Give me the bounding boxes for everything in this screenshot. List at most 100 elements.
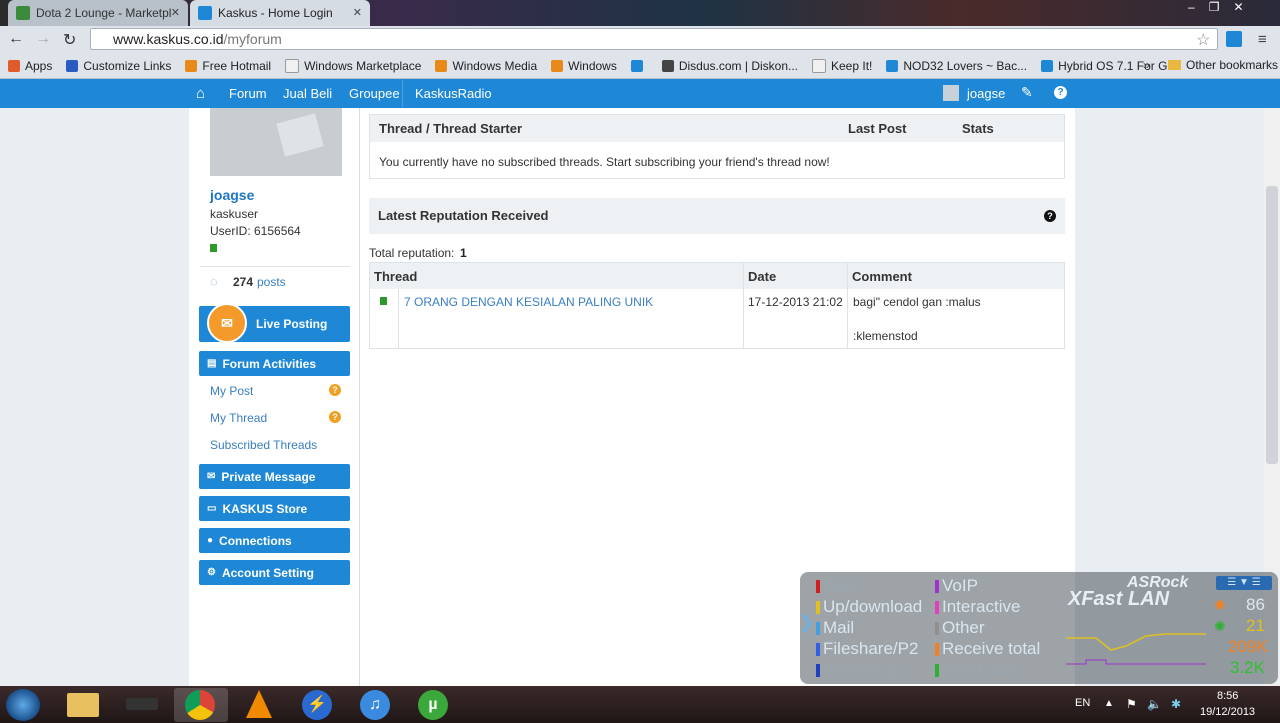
divider [200, 266, 350, 267]
reload-icon[interactable]: ↻ [63, 30, 76, 50]
pencil-icon[interactable]: ✎ [1021, 84, 1033, 101]
column-divider [743, 263, 744, 348]
legend-send-total: Send total [942, 660, 1019, 679]
bookmark-keep-it[interactable]: Keep It! [812, 59, 872, 73]
col-stats: Stats [962, 121, 994, 136]
bookmark-favicon-icon [435, 60, 448, 72]
bookmark-kaskus-icon-only[interactable] [630, 60, 648, 72]
avatar-envelope-icon [276, 113, 324, 157]
bookmark-nod32[interactable]: NOD32 Lovers ~ Bac... [886, 59, 1027, 73]
bookmark-customize-links[interactable]: Customize Links [66, 59, 171, 73]
utorrent-icon[interactable]: µ [418, 690, 448, 720]
nav-forum[interactable]: Forum [229, 86, 267, 101]
home-icon[interactable]: ⌂ [196, 85, 205, 102]
posts-link[interactable]: posts [257, 275, 286, 289]
xfast-lan-logo: XFast LAN [1068, 588, 1170, 610]
apps-icon [8, 60, 20, 72]
legend-receive-marker [935, 643, 939, 656]
live-posting-icon: ✉ [207, 303, 247, 343]
bookmark-free-hotmail[interactable]: Free Hotmail [185, 59, 271, 73]
people-icon: ● [207, 535, 214, 546]
rep-thread-link[interactable]: 7 ORANG DENGAN KESIALAN PALING UNIK [404, 295, 653, 309]
subscribed-threads-link[interactable]: Subscribed Threads [210, 438, 317, 452]
forward-icon[interactable]: → [35, 30, 51, 48]
scrollbar-thumb[interactable] [1266, 186, 1278, 464]
col-thread-starter: Thread / Thread Starter [379, 121, 523, 136]
bookmark-favicon-icon [185, 60, 198, 72]
drive-icon[interactable] [126, 698, 158, 710]
close-tab-icon[interactable]: ✕ [171, 6, 180, 19]
help-icon[interactable]: ? [1054, 86, 1067, 99]
column-divider [847, 263, 848, 348]
nav-jual-beli[interactable]: Jual Beli [283, 86, 332, 101]
vlc-icon[interactable] [246, 690, 272, 718]
my-thread-link[interactable]: My Thread [210, 411, 267, 425]
positive-rep-icon [380, 297, 387, 305]
close-tab-icon[interactable]: ✕ [353, 6, 362, 19]
my-thread-help-icon[interactable]: ? [329, 411, 341, 423]
legend-interactive: Interactive [942, 597, 1021, 616]
address-bar[interactable]: www.kaskus.co.id/myforum [90, 28, 1218, 50]
kaskus-store-button[interactable]: ▭ KASKUS Store [199, 496, 350, 521]
nav-kaskusradio[interactable]: KaskusRadio [415, 86, 492, 101]
start-button-icon[interactable] [6, 689, 40, 721]
bookmark-disdus[interactable]: Disdus.com | Diskon... [661, 59, 798, 73]
window-controls: – ❐ ✕ [1188, 0, 1244, 18]
other-bookmarks[interactable]: Other bookmarks [1168, 58, 1278, 72]
itunes-icon[interactable]: ♫ [360, 690, 390, 720]
legend-streaming-marker [816, 664, 820, 677]
my-post-help-icon[interactable]: ? [329, 384, 341, 396]
bookmark-hybrid-os[interactable]: Hybrid OS 7.1 For G... [1041, 59, 1177, 73]
bookmark-apps[interactable]: Apps [8, 59, 52, 73]
clock-date[interactable]: 19/12/2013 [1200, 706, 1255, 718]
minimize-icon[interactable]: – [1188, 0, 1195, 18]
bookmark-windows[interactable]: Windows [551, 59, 617, 73]
reputation-help-icon[interactable]: ? [1044, 210, 1056, 222]
tray-expand-icon[interactable]: ▲ [1104, 698, 1114, 709]
private-message-button[interactable]: ✉ Private Message [199, 464, 350, 489]
bookmark-favicon-icon [551, 60, 564, 72]
clock-time[interactable]: 8:56 [1217, 690, 1238, 702]
extension-icon[interactable] [1226, 31, 1242, 47]
connections-button[interactable]: ● Connections [199, 528, 350, 553]
col-date: Date [748, 269, 777, 284]
stat-send-count: 21 [1246, 616, 1265, 635]
widget-menu-icon[interactable]: ☰ ▼ ☰ [1216, 576, 1272, 590]
col-thread: Thread [374, 269, 418, 284]
cart-icon: ▭ [207, 503, 217, 514]
stat-receive-count: 86 [1246, 595, 1265, 614]
profile-username[interactable]: joagse [210, 187, 254, 203]
language-indicator[interactable]: EN [1075, 697, 1090, 709]
bookmark-windows-marketplace[interactable]: Windows Marketplace [285, 59, 421, 73]
volume-icon[interactable]: 🔈 [1147, 697, 1162, 711]
rep-date: 17-12-2013 21:02 [748, 295, 843, 309]
bookmark-windows-media[interactable]: Windows Media [435, 59, 537, 73]
nav-groupee[interactable]: Groupee [349, 86, 400, 101]
more-bookmarks-chevron[interactable]: » [1143, 58, 1150, 72]
tab-kaskus[interactable]: Kaskus - Home Login ✕ [190, 0, 370, 26]
site-navbar [0, 79, 1280, 108]
account-setting-button[interactable]: ⚙ Account Setting [199, 560, 350, 585]
network-icon[interactable]: ✱ [1171, 697, 1181, 711]
url-path: /myforum [223, 31, 282, 47]
legend-fileshare: Fileshare/P2 [823, 639, 919, 658]
explorer-icon[interactable] [67, 693, 99, 717]
traffic-graph [1066, 633, 1206, 665]
star-bookmark-icon[interactable]: ☆ [1196, 30, 1210, 50]
menu-icon[interactable]: ≡ [1258, 31, 1267, 48]
widget-collapse-icon[interactable]: ❯ [799, 612, 814, 633]
restore-icon[interactable]: ❐ [1209, 0, 1220, 18]
send-gauge-icon: ✺ [1214, 618, 1226, 634]
forum-activities-header[interactable]: ▤ Forum Activities [199, 351, 350, 376]
legend-mail: Mail [823, 618, 855, 637]
flashget-icon[interactable]: ⚡ [302, 690, 332, 720]
message-icon: ✉ [207, 471, 216, 482]
back-icon[interactable]: ← [8, 30, 24, 48]
tab-dota2lounge[interactable]: Dota 2 Lounge - Marketpl ✕ [8, 0, 188, 26]
nav-username[interactable]: joagse [967, 86, 1005, 101]
action-center-icon[interactable]: ⚑ [1126, 697, 1137, 711]
close-window-icon[interactable]: ✕ [1233, 0, 1243, 18]
legend-voip: VoIP [942, 576, 978, 595]
my-post-link[interactable]: My Post [210, 384, 253, 398]
empty-subscribed-message: You currently have no subscribed threads… [379, 155, 830, 169]
